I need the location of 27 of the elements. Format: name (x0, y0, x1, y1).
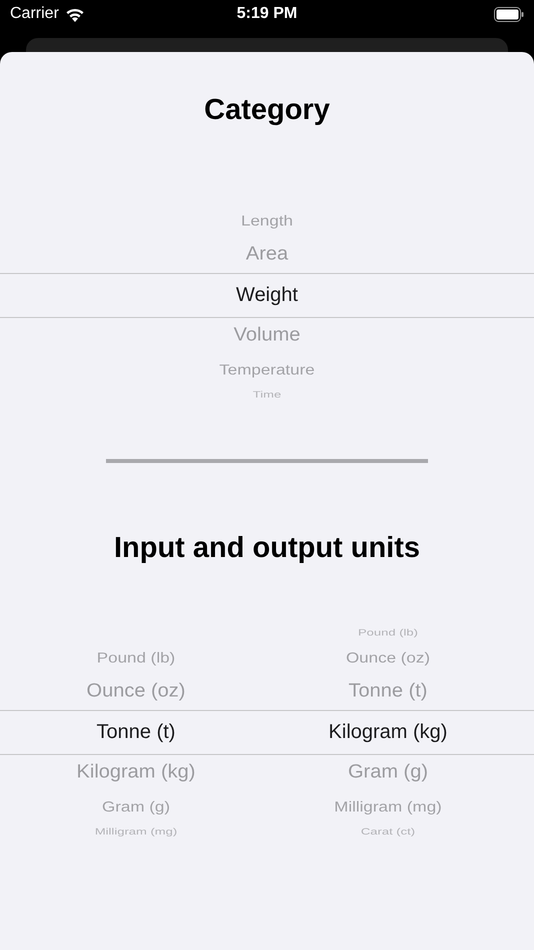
picker-option[interactable]: Kilogram (kg) (76, 762, 196, 784)
picker-option[interactable]: Ounce (oz) (86, 680, 186, 702)
carrier-label: Carrier (10, 5, 59, 23)
picker-option[interactable]: Tonne (t) (96, 720, 176, 744)
section-title: Input and output units (112, 531, 422, 565)
battery-icon (494, 6, 524, 22)
picker-option[interactable]: Length (241, 212, 293, 229)
picker-option[interactable]: Pound (lb) (96, 649, 176, 666)
picker-option[interactable]: Milligram (mg) (334, 798, 442, 815)
picker-option[interactable]: Carat (ct) (360, 826, 416, 837)
category-picker[interactable]: Length Area Weight Volume Temperature Time (0, 186, 534, 404)
picker-option[interactable]: Temperature (219, 361, 315, 378)
picker-option[interactable]: Kilogram (kg) (328, 720, 448, 744)
section-title: Category (203, 93, 331, 127)
picker-option[interactable]: Gram (g) (348, 762, 428, 784)
picker-option[interactable]: Volume (234, 324, 300, 346)
picker-option[interactable]: Area (246, 244, 288, 266)
clock-time: 5:19 PM (236, 5, 298, 22)
picker-option[interactable]: Time (252, 389, 282, 400)
units-picker[interactable]: Pound (lb) Ounce (oz) Tonne (t) Kilogram (kg) Gram (g) Milligram (mg) Pound (lb) Ounce (oz) Tonne (t) Kilogram (kg) Gram (g) Milligram (mg) Carat (ct) (0, 624, 534, 840)
picker-option[interactable]: Weight (236, 284, 298, 306)
picker-option[interactable]: Ounce (oz) (346, 649, 430, 666)
wifi-icon (64, 6, 85, 22)
picker-option[interactable]: Milligram (mg) (94, 826, 178, 837)
picker-option[interactable]: Gram (g) (102, 798, 170, 815)
picker-option[interactable]: Tonne (t) (348, 680, 428, 702)
picker-option[interactable]: Pound (lb) (358, 627, 418, 638)
